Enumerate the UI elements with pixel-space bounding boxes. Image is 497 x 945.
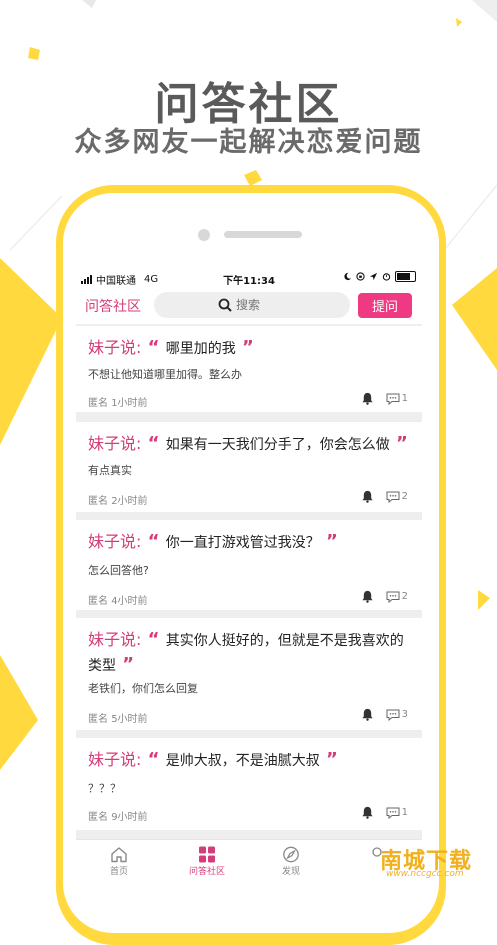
question-author: 匿名 [88,714,108,725]
close-quote: ” [116,654,135,675]
question-author: 匿名 [88,812,108,823]
location-icon [369,272,378,281]
question-prefix: 妹子说: [88,630,142,649]
question-description: 有点真实 [88,464,132,477]
question-card[interactable]: 妹子说: “ 其实你人挺好的，但就是不是我喜欢的类型 ” 老铁们，你们怎么回复 … [76,618,422,730]
header-title: 问答社区 [85,299,141,315]
bell-icon[interactable] [361,806,374,819]
bell-icon[interactable] [361,708,374,721]
close-quote: ” [389,433,408,454]
close-quote: ” [319,531,338,552]
app-header: 问答社区 提问 [76,288,422,324]
question-time: 9小时前 [111,812,148,823]
comment-count: 1 [401,393,408,404]
tab-label: 问答社区 [188,867,225,877]
tab-discover[interactable]: 发现 [256,846,326,877]
status-bar: 中国联通 4G 下午11:34 [76,268,422,288]
comment-count: 1 [401,807,408,818]
grid-icon [199,846,215,863]
close-quote: ” [319,749,338,770]
question-author: 匿名 [88,596,108,607]
open-quote: “ [141,749,166,770]
comment-icon[interactable] [386,807,400,819]
comment-icon[interactable] [386,709,400,721]
watermark-logo: 南城下载 www.nccgcc.com [370,841,490,881]
tab-label: 首页 [109,867,128,877]
open-quote: “ [141,433,166,454]
question-description: ？？？ [88,782,121,795]
watermark-url: www.nccgcc.com [386,869,464,879]
open-quote: “ [141,337,166,358]
promo-subtitle: 众多网友一起解决恋爱问题 [74,127,423,158]
tab-home[interactable]: 首页 [84,846,154,877]
question-prefix: 妹子说: [88,532,142,551]
search-icon [218,298,232,312]
question-author: 匿名 [88,398,108,409]
home-icon [111,847,127,863]
lock-rotation-icon [356,272,365,281]
battery-icon [395,271,416,282]
comment-count: 2 [401,491,408,502]
open-quote: “ [141,531,166,552]
question-title: 是帅大叔，不是油腻大叔 [165,753,320,769]
question-title: 你一直打游戏管过我没？ [165,535,320,551]
question-card[interactable]: 妹子说: “ 如果有一天我们分手了，你会怎么做 ” 有点真实 匿名 2小时前 2 [76,422,422,512]
tab-qa-community[interactable]: 问答社区 [172,846,242,877]
question-prefix: 妹子说: [88,750,142,769]
question-description: 老铁们，你们怎么回复 [88,682,198,695]
question-title: 哪里加的我 [165,341,236,357]
question-card[interactable]: 妹子说: “ 哪里加的我 ” 不想让他知道哪里加得。整么办 匿名 1小时前 1 [76,326,422,412]
bell-icon[interactable] [361,590,374,603]
ask-question-button[interactable]: 提问 [358,293,412,318]
question-card[interactable]: 妹子说: “ 你一直打游戏管过我没？ ” 怎么回答他? 匿名 4小时前 2 [76,520,422,610]
question-time: 5小时前 [111,714,148,725]
question-title: 如果有一天我们分手了，你会怎么做 [165,437,390,453]
question-author: 匿名 [88,496,108,507]
compass-icon [283,846,299,863]
phone-camera [198,229,210,241]
comment-icon[interactable] [386,591,400,603]
bell-icon[interactable] [361,392,374,405]
question-card[interactable]: 妹子说: “ 是帅大叔，不是油腻大叔 ” ？？？ 匿名 9小时前 1 [76,738,422,830]
question-prefix: 妹子说: [88,338,142,357]
question-prefix: 妹子说: [88,434,142,453]
open-quote: “ [141,629,166,650]
question-time: 4小时前 [111,596,148,607]
comment-count: 3 [401,709,408,720]
comment-count: 2 [401,591,408,602]
question-time: 2小时前 [111,496,148,507]
question-description: 怎么回答他? [88,564,149,577]
search-input[interactable] [232,298,286,312]
phone-screen: 中国联通 4G 下午11:34 问答社区 提问 妹子说: “ 哪里加的我 ” 不… [76,268,422,883]
bell-icon[interactable] [361,490,374,503]
question-description: 不想让他知道哪里加得。整么办 [88,368,242,381]
moon-icon [344,272,352,281]
comment-icon[interactable] [386,491,400,503]
tab-label: 发现 [281,867,300,877]
search-bar[interactable] [154,292,350,318]
comment-icon[interactable] [386,393,400,405]
close-quote: ” [235,337,254,358]
phone-speaker [224,231,302,238]
alarm-icon [382,273,391,281]
question-time: 1小时前 [111,398,148,409]
